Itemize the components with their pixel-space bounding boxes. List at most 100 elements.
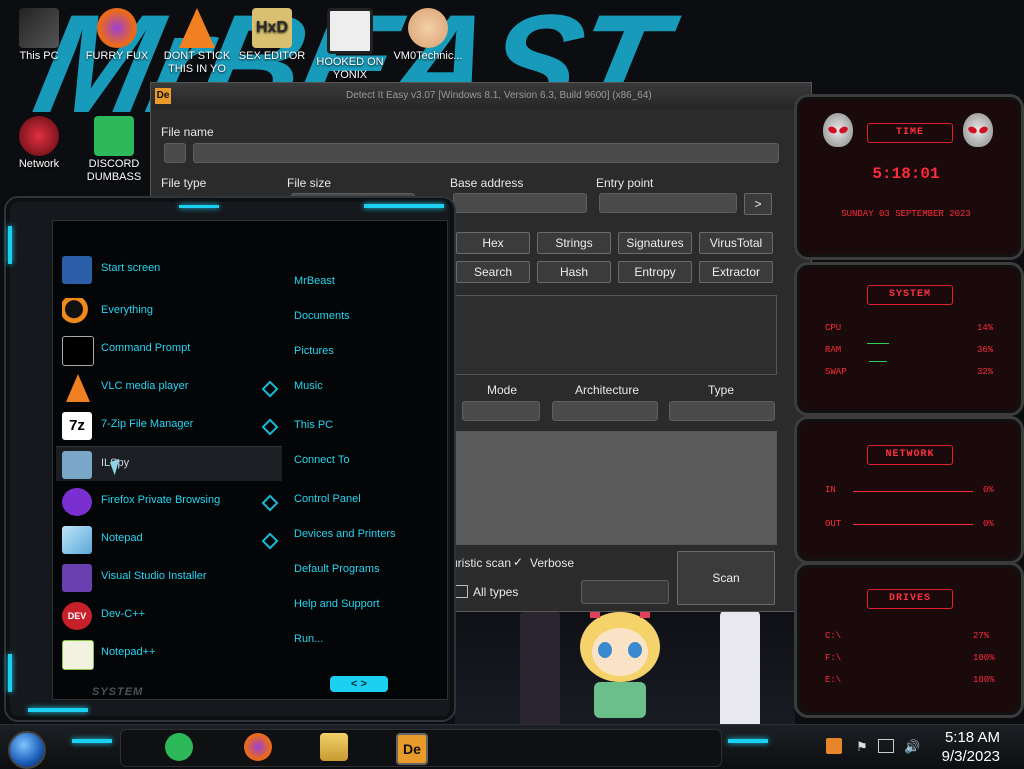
start-link-documents[interactable]: Documents <box>294 310 350 322</box>
net-in-graph <box>853 491 973 492</box>
entropy-button[interactable]: Entropy <box>618 261 692 283</box>
start-nav-arrows[interactable]: < > <box>330 676 388 692</box>
scan-button[interactable]: Scan <box>677 551 775 605</box>
hash-button[interactable]: Hash <box>537 261 611 283</box>
entry-point-field[interactable] <box>599 193 737 213</box>
start-item-ilspy[interactable]: ILSpy <box>56 446 282 481</box>
network-tray-icon[interactable] <box>878 739 894 753</box>
start-link-devices-printers[interactable]: Devices and Printers <box>294 528 396 540</box>
mode-field[interactable] <box>462 401 540 421</box>
start-item-vs-installer[interactable]: Visual Studio Installer <box>56 560 282 594</box>
search-button[interactable]: Search <box>456 261 530 283</box>
start-item-command-prompt[interactable]: Command Prompt <box>56 332 282 366</box>
cpu-value: 14% <box>977 323 994 333</box>
file-type-label: File type <box>161 176 207 190</box>
desktop-icon-discord-dumbass[interactable]: DISCORD DUMBASS <box>78 112 150 184</box>
taskbar-clock-date[interactable]: 9/3/2023 <box>942 748 1000 765</box>
discord-taskbar-icon[interactable] <box>165 733 193 761</box>
info-panel <box>453 295 777 375</box>
strings-button[interactable]: Strings <box>537 232 611 254</box>
start-link-music[interactable]: Music <box>294 380 323 392</box>
file-explorer-taskbar-icon[interactable] <box>320 733 348 761</box>
notepad-icon <box>62 526 92 554</box>
window-title: Detect It Easy v3.07 [Windows 8.1, Versi… <box>346 90 652 101</box>
scan-type-field[interactable] <box>581 580 669 604</box>
swap-graph-line <box>869 361 887 362</box>
extractor-button[interactable]: Extractor <box>699 261 773 283</box>
start-link-mrbeast[interactable]: MrBeast <box>294 275 335 287</box>
network-globe-icon <box>19 116 59 156</box>
wallpaper-figure-leg <box>520 610 560 730</box>
notepadpp-icon <box>62 640 94 670</box>
start-item-start-screen[interactable]: Start screen <box>56 252 282 286</box>
base-address-field[interactable] <box>453 193 587 213</box>
action-center-flag-icon[interactable]: ⚑ <box>856 739 868 755</box>
taskbar-accent <box>72 739 112 743</box>
signatures-button[interactable]: Signatures <box>618 232 692 254</box>
volume-icon[interactable]: 🔊 <box>904 739 920 755</box>
open-file-button[interactable] <box>164 143 186 163</box>
all-types-checkbox[interactable] <box>455 585 468 598</box>
drives-gadget: DRIVES C:\ 27% F:\ 100% E:\ 100% <box>794 562 1024 718</box>
start-link-this-pc[interactable]: This PC <box>294 419 333 431</box>
drive-e-value: 100% <box>973 675 995 685</box>
entry-point-go-button[interactable]: > <box>744 193 772 215</box>
ram-label: RAM <box>825 345 842 355</box>
start-link-control-panel[interactable]: Control Panel <box>294 493 361 505</box>
entry-point-label: Entry point <box>596 176 654 190</box>
start-item-vlc[interactable]: VLC media player <box>56 370 282 404</box>
seven-zip-icon: 7z <box>62 412 92 440</box>
desktop-icon-dont-stick[interactable]: DONT STICK THIS IN YO <box>159 4 235 76</box>
window-titlebar[interactable]: De Detect It Easy v3.07 [Windows 8.1, Ve… <box>151 83 811 109</box>
ram-value: 36% <box>977 345 994 355</box>
desktop-icon-furry-fux[interactable]: FURRY FUX <box>81 4 153 63</box>
frame-accent <box>28 708 88 712</box>
hex-button[interactable]: Hex <box>456 232 530 254</box>
tray-app-icon[interactable] <box>826 738 842 754</box>
virustotal-button[interactable]: VirusTotal <box>699 232 773 254</box>
verbose-checkbox[interactable]: ✓ <box>513 555 523 569</box>
start-item-7zip[interactable]: 7z 7-Zip File Manager <box>56 408 282 442</box>
detect-it-easy-taskbar-icon[interactable]: De <box>396 733 428 765</box>
start-menu: Start screen Everything Command Prompt V… <box>4 196 456 722</box>
start-item-notepadpp[interactable]: Notepad++ <box>56 636 282 670</box>
ilspy-icon <box>62 451 92 479</box>
firefox-taskbar-icon[interactable] <box>244 733 272 761</box>
vlc-cone-icon <box>179 8 215 48</box>
alien-icon <box>823 113 853 147</box>
start-item-devcpp[interactable]: DEV Dev-C++ <box>56 598 282 632</box>
desktop-icon-this-pc[interactable]: This PC <box>3 4 75 63</box>
start-link-run[interactable]: Run... <box>294 633 323 645</box>
firefox-icon <box>97 8 137 48</box>
net-out-label: OUT <box>825 519 842 529</box>
type-field[interactable] <box>669 401 775 421</box>
start-link-default-programs[interactable]: Default Programs <box>294 563 380 575</box>
start-orb-button[interactable] <box>8 731 46 769</box>
start-item-notepad[interactable]: Notepad <box>56 522 282 556</box>
start-link-help-support[interactable]: Help and Support <box>294 598 380 610</box>
frame-accent <box>179 205 219 208</box>
architecture-label: Architecture <box>575 383 640 397</box>
vlc-cone-icon <box>66 374 90 402</box>
time-gadget-header: TIME <box>867 123 953 143</box>
taskbar-accent <box>728 739 768 743</box>
start-link-pictures[interactable]: Pictures <box>294 345 334 357</box>
file-name-field[interactable] <box>193 143 779 163</box>
desktop-icon-sex-editor[interactable]: HxD SEX EDITOR <box>236 4 308 63</box>
start-item-firefox-private[interactable]: Firefox Private Browsing <box>56 484 282 518</box>
desktop-icon-hooked-on-yonix[interactable]: HOOKED ON YONIX <box>314 4 386 82</box>
desktop-icon-vm0technic[interactable]: VM0Technic... <box>392 4 464 63</box>
ram-graph-line <box>867 343 889 344</box>
private-mask-icon <box>62 488 92 516</box>
start-link-connect-to[interactable]: Connect To <box>294 454 349 466</box>
time-gadget: TIME 5:18:01 SUNDAY 03 SEPTEMBER 2023 <box>794 94 1024 260</box>
devcpp-icon: DEV <box>62 602 92 630</box>
start-item-everything[interactable]: Everything <box>56 294 282 328</box>
cartoon-character <box>572 606 668 722</box>
doctor-icon <box>408 8 448 48</box>
desktop-icon-network[interactable]: Network <box>3 112 75 171</box>
taskbar-clock-time[interactable]: 5:18 AM <box>945 729 1000 746</box>
architecture-field[interactable] <box>552 401 658 421</box>
frame-accent <box>8 226 12 264</box>
file-size-label: File size <box>287 176 332 190</box>
